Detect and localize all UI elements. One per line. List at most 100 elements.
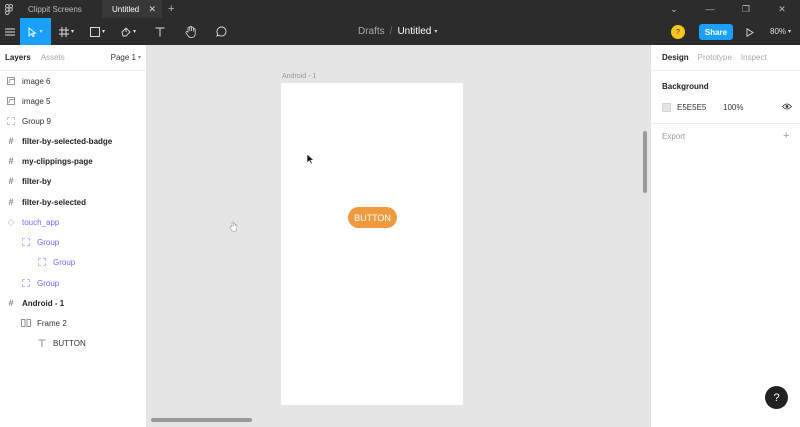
breadcrumb-separator: / <box>389 26 393 37</box>
layer-label: Group <box>37 278 60 288</box>
help-button[interactable]: ? <box>765 386 788 409</box>
pen-tool-button[interactable]: ▾ <box>113 18 144 45</box>
zoom-level: 80% <box>770 27 787 36</box>
frame-hash-icon: # <box>8 298 14 308</box>
breadcrumb: Drafts / Untitled ▾ <box>358 18 437 45</box>
vertical-scrollbar[interactable] <box>643 131 647 193</box>
layer-label: my-clippings-page <box>22 156 93 166</box>
avatar[interactable]: ? <box>671 25 685 39</box>
tab-layers[interactable]: Layers <box>5 53 31 62</box>
layer-item[interactable]: Group <box>21 276 59 290</box>
touch-hand-icon <box>229 221 238 232</box>
layer-item[interactable]: # Android - 1 <box>6 296 64 310</box>
auto-layout-icon <box>21 318 31 328</box>
layer-item[interactable]: # my-clippings-page <box>6 154 93 168</box>
layer-item[interactable]: image 6 <box>6 74 50 88</box>
tab-design[interactable]: Design <box>662 53 689 62</box>
background-section-title: Background <box>662 82 709 91</box>
layer-item[interactable]: image 5 <box>6 94 50 108</box>
background-fill-row: E5E5E5 100% <box>662 101 793 113</box>
horizontal-scrollbar[interactable] <box>151 418 252 422</box>
mouse-cursor-icon <box>306 153 315 165</box>
layer-label: image 6 <box>22 76 51 86</box>
cursor-arrow-icon <box>29 26 38 37</box>
visibility-eye-icon[interactable] <box>781 102 793 112</box>
layer-label: Android - 1 <box>22 298 65 308</box>
tab-assets[interactable]: Assets <box>41 53 65 62</box>
group-icon <box>6 116 16 126</box>
layer-item[interactable]: BUTTON <box>37 336 86 350</box>
figma-logo-icon[interactable] <box>0 0 18 18</box>
chevron-down-icon[interactable]: ▾ <box>434 28 437 35</box>
chevron-down-icon[interactable]: ⌄ <box>656 0 692 18</box>
frame-hash-icon: # <box>8 136 14 146</box>
share-button[interactable]: Share <box>699 24 733 40</box>
layer-item[interactable]: Group 9 <box>6 114 51 128</box>
chevron-down-icon: ▾ <box>70 29 74 35</box>
properties-tabs: Design Prototype Inspect <box>651 45 800 71</box>
android-frame[interactable] <box>281 83 463 405</box>
canvas-button[interactable]: BUTTON <box>348 207 397 228</box>
image-icon <box>6 96 16 106</box>
new-tab-icon[interactable]: + <box>168 3 174 15</box>
minimize-icon[interactable]: — <box>692 0 728 18</box>
layer-item[interactable]: Group <box>21 235 59 249</box>
background-hex-input[interactable]: E5E5E5 <box>677 103 723 112</box>
breadcrumb-drafts[interactable]: Drafts <box>358 26 385 37</box>
layer-item-component[interactable]: ◇ touch_app <box>6 215 60 229</box>
comment-icon <box>216 26 227 37</box>
frame-hash-icon: # <box>8 176 14 186</box>
background-color-swatch[interactable] <box>662 102 671 112</box>
layer-item[interactable]: # filter-by-selected-badge <box>6 134 112 148</box>
background-opacity-input[interactable]: 100% <box>723 103 743 112</box>
frame-hash-icon: # <box>8 156 14 166</box>
section-divider <box>651 123 800 124</box>
hand-tool-button[interactable] <box>175 18 206 45</box>
group-icon <box>37 257 47 267</box>
chevron-down-icon[interactable]: ▾ <box>138 54 141 61</box>
layer-label: Group <box>53 257 76 267</box>
title-bar: Clippit Screens Untitled ✕ + ⌄ — ❐ ✕ <box>0 0 800 18</box>
zoom-dropdown[interactable]: 80% ▾ <box>770 18 791 45</box>
close-window-icon[interactable]: ✕ <box>764 0 800 18</box>
maximize-icon[interactable]: ❐ <box>728 0 764 18</box>
close-tab-icon[interactable]: ✕ <box>148 4 156 15</box>
layer-label: filter-by-selected-badge <box>22 136 113 146</box>
layer-label: filter-by <box>22 176 52 186</box>
page-selector[interactable]: Page 1 <box>111 53 136 62</box>
add-export-plus-icon[interactable]: + <box>783 130 789 142</box>
frame-icon <box>58 26 69 37</box>
comment-tool-button[interactable] <box>206 18 237 45</box>
shape-tool-button[interactable]: ▾ <box>82 18 113 45</box>
layer-label: Group <box>37 237 60 247</box>
tab-clippit-screens[interactable]: Clippit Screens <box>18 0 102 18</box>
layer-item[interactable]: # filter-by <box>6 174 51 188</box>
export-section-title: Export <box>662 132 686 141</box>
rectangle-icon <box>89 26 100 37</box>
main-menu-icon[interactable] <box>0 18 20 45</box>
group-icon <box>21 237 31 247</box>
window-controls: ⌄ — ❐ ✕ <box>656 0 800 18</box>
hand-icon <box>185 25 196 38</box>
layer-label: touch_app <box>22 217 60 227</box>
tab-prototype[interactable]: Prototype <box>698 53 732 62</box>
layer-label: filter-by-selected <box>22 197 87 207</box>
present-play-icon[interactable] <box>744 25 756 39</box>
layer-item[interactable]: Frame 2 <box>21 316 67 330</box>
layers-panel-header: Layers Assets Page 1 ▾ <box>0 45 146 71</box>
component-diamond-icon: ◇ <box>7 216 15 227</box>
properties-panel: Design Prototype Inspect Background E5E5… <box>650 45 800 427</box>
layer-item[interactable]: # filter-by-selected <box>6 195 86 209</box>
move-tool-button[interactable]: ▾ <box>20 18 51 45</box>
frame-tool-button[interactable]: ▾ <box>51 18 82 45</box>
canvas[interactable]: Android - 1 BUTTON <box>147 45 650 427</box>
tab-untitled[interactable]: Untitled ✕ <box>102 0 162 18</box>
tab-inspect[interactable]: Inspect <box>741 53 767 62</box>
frame-label[interactable]: Android - 1 <box>282 73 316 80</box>
layer-item[interactable]: Group <box>37 255 75 269</box>
pen-icon <box>121 26 131 36</box>
layer-label: image 5 <box>22 96 51 106</box>
file-title[interactable]: Untitled <box>397 26 431 37</box>
chevron-down-icon: ▾ <box>39 29 43 35</box>
text-tool-button[interactable] <box>144 18 175 45</box>
